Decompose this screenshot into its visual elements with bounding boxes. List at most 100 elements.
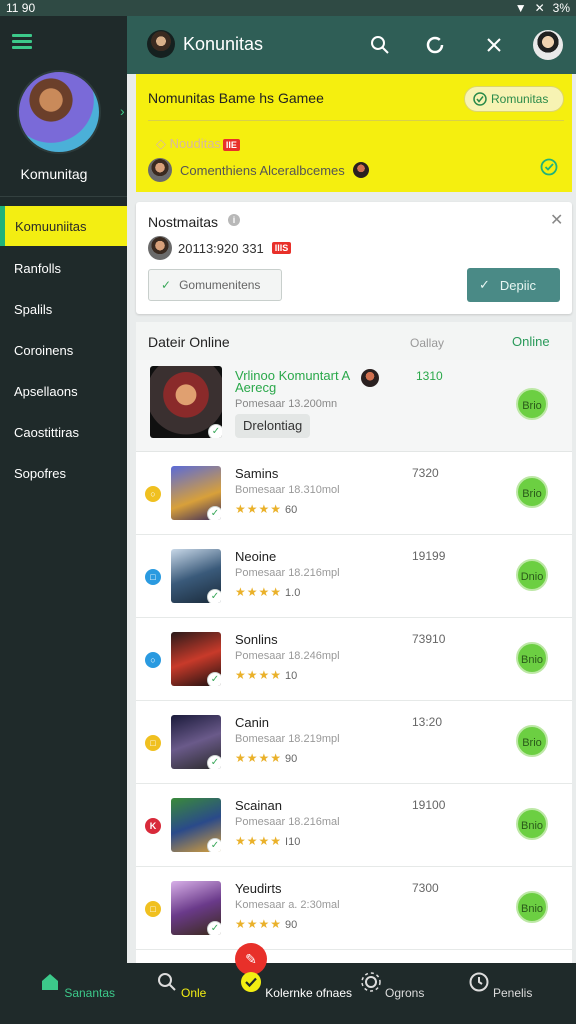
- nav-item-checkin[interactable]: Kolernke ofnaes: [236, 971, 356, 1000]
- diamond-icon: ◇: [156, 136, 170, 151]
- nav-item-options[interactable]: Ogrons: [342, 971, 442, 1000]
- avatar: [361, 369, 379, 387]
- game-thumbnail: ✓: [171, 881, 221, 935]
- game-name: Scainan: [235, 798, 282, 813]
- verified-icon: ✓: [207, 755, 221, 769]
- rating-count: 1.0: [285, 587, 301, 599]
- nav-item-home[interactable]: Sanantas: [27, 971, 127, 1000]
- play-button[interactable]: Bnio: [516, 808, 548, 840]
- play-button[interactable]: Brio: [516, 388, 548, 420]
- play-button[interactable]: Bnio: [516, 642, 548, 674]
- game-thumbnail: ✓: [171, 466, 221, 520]
- comments-button[interactable]: ✓ Gomumenitens: [148, 269, 282, 301]
- featured-list-item[interactable]: ✓ Vrlinoo Komuntart A Aerecg Pomesaar 13…: [136, 360, 572, 452]
- community-avatar: [147, 30, 175, 58]
- check-icon: ✓: [161, 278, 172, 292]
- row-time: 7320: [412, 466, 439, 480]
- star-icon: ★★★★: [235, 585, 283, 599]
- featured-banner[interactable]: Nomunitas Bame hs Gamee Romunitas ◇ Noud…: [136, 74, 572, 192]
- banner-pill-label: Romunitas: [491, 92, 549, 106]
- notice-meta: 20113:920 331 IIIS: [148, 236, 292, 260]
- online-list: Dateir Online Oallay Online ✓ Vrlinoo Ko…: [136, 322, 572, 963]
- search-icon: [157, 973, 176, 991]
- sidebar-item-caostittiras[interactable]: Caostittiras: [0, 412, 127, 452]
- profile-avatar[interactable]: [17, 70, 101, 154]
- list-item[interactable]: □ ✓ Canin Bomesaar 18.219mpl ★★★★ 90 13:2…: [136, 701, 572, 784]
- comments-button-label: Gomumenitens: [179, 278, 261, 292]
- battery-level: 3%: [552, 1, 570, 15]
- check-circle-icon[interactable]: [540, 158, 558, 176]
- list-item[interactable]: K ✓ Scainan Pomesaar 18.216mal ★★★★ I10 1…: [136, 784, 572, 867]
- rating-stars: ★★★★ 60: [235, 502, 297, 516]
- banner-pill-button[interactable]: Romunitas: [464, 86, 564, 112]
- featured-time: 1310: [416, 369, 443, 383]
- nav-label: Ogrons: [384, 986, 425, 1000]
- featured-tag[interactable]: Drelontiag: [235, 414, 311, 438]
- check-circle-icon: [473, 92, 487, 106]
- row-time: 19199: [412, 549, 446, 563]
- play-button[interactable]: Brio: [516, 725, 548, 757]
- star-icon: ★★★★: [235, 834, 283, 848]
- search-icon[interactable]: [369, 34, 391, 56]
- game-thumbnail: ✓: [171, 632, 221, 686]
- star-icon: ★★★★: [235, 751, 283, 765]
- banner-badge: ◇ Nouditas IIE: [156, 136, 240, 152]
- nav-item-online[interactable]: Onle: [131, 971, 231, 1000]
- rating-count: 90: [285, 919, 298, 931]
- row-time: 19100: [412, 798, 446, 812]
- verified-icon: ✓: [207, 589, 221, 603]
- game-meta: Bomesaar 18.310mol: [235, 484, 340, 496]
- verified-icon: ✓: [207, 838, 221, 852]
- user-avatar[interactable]: [533, 30, 563, 60]
- list-item[interactable]: □ ✓ Yeudirts Komesaar a. 2:30mal ★★★★ 90 …: [136, 867, 572, 950]
- status-icon: □: [145, 569, 161, 585]
- rating-stars: ★★★★ 10: [235, 668, 297, 682]
- banner-subtitle: Comenthiens Alceralbcemes: [180, 162, 345, 178]
- notice-title: Nostmaitas: [148, 214, 219, 230]
- close-icon[interactable]: ✕: [550, 210, 563, 230]
- avatar: [352, 162, 369, 178]
- home-icon: [41, 974, 58, 990]
- sidebar-item-spalils[interactable]: Spalils: [0, 289, 127, 329]
- play-button[interactable]: Brio: [516, 476, 548, 508]
- row-time: 73910: [412, 632, 446, 646]
- game-thumbnail: ✓: [171, 549, 221, 603]
- bottom-navigation: ✎ Sanantas Onle Kolernke ofnaes Ogrons P…: [0, 943, 576, 1024]
- list-item[interactable]: □ ✓ Neoine Pomesaar 18.216mpl ★★★★ 1.0 19…: [136, 535, 572, 618]
- nav-label: Onle: [180, 986, 207, 1000]
- close-icon[interactable]: [483, 34, 505, 56]
- app-header: Konunitas: [127, 16, 576, 74]
- sidebar-item-ranfolls[interactable]: Ranfolls: [0, 248, 127, 288]
- divider: [148, 120, 564, 121]
- sidebar-item-apsellaons[interactable]: Apsellaons: [0, 371, 127, 411]
- check-icon: ✓: [479, 277, 490, 292]
- play-button[interactable]: Dnio: [516, 559, 548, 591]
- status-icons: ▼ ✕ 3%: [515, 1, 570, 15]
- verified-icon: ✓: [207, 506, 221, 520]
- game-name: Neoine: [235, 549, 277, 564]
- clock-icon: [469, 972, 489, 992]
- menu-icon[interactable]: [12, 34, 32, 49]
- nav-label: Kolernke ofnaes: [265, 986, 353, 1000]
- sidebar-item-komuuniitas[interactable]: Komuuniitas: [0, 206, 127, 246]
- verified-icon: ✓: [207, 672, 221, 686]
- list-item[interactable]: ○ ✓ Samins Bomesaar 18.310mol ★★★★ 60 732…: [136, 452, 572, 535]
- refresh-icon[interactable]: [424, 34, 446, 56]
- rating-stars: ★★★★ 90: [235, 751, 297, 765]
- list-title: Dateir Online: [148, 334, 230, 350]
- featured-title: Vrlinoo Komuntart A Aerecg: [235, 368, 350, 395]
- game-meta: Pomesaar 18.246mpl: [235, 650, 340, 662]
- status-icon: □: [145, 735, 161, 751]
- info-icon[interactable]: i: [228, 214, 240, 226]
- profile-name: Komunitag: [20, 166, 88, 182]
- list-item[interactable]: ○ ✓ Sonlins Pomesaar 18.246mpl ★★★★ 10 73…: [136, 618, 572, 701]
- nav-item-history[interactable]: Penelis: [450, 971, 550, 1000]
- status-time: 11 90: [6, 1, 36, 15]
- primary-action-button[interactable]: ✓ Depiic: [467, 268, 560, 302]
- sidebar-item-sopofres[interactable]: Sopofres: [0, 453, 127, 493]
- game-name: Samins: [235, 466, 279, 481]
- sidebar-item-coroinens[interactable]: Coroinens: [0, 330, 127, 370]
- rating-stars: ★★★★ 90: [235, 917, 297, 931]
- status-icon: ○: [145, 486, 161, 502]
- play-button[interactable]: Bnio: [516, 891, 548, 923]
